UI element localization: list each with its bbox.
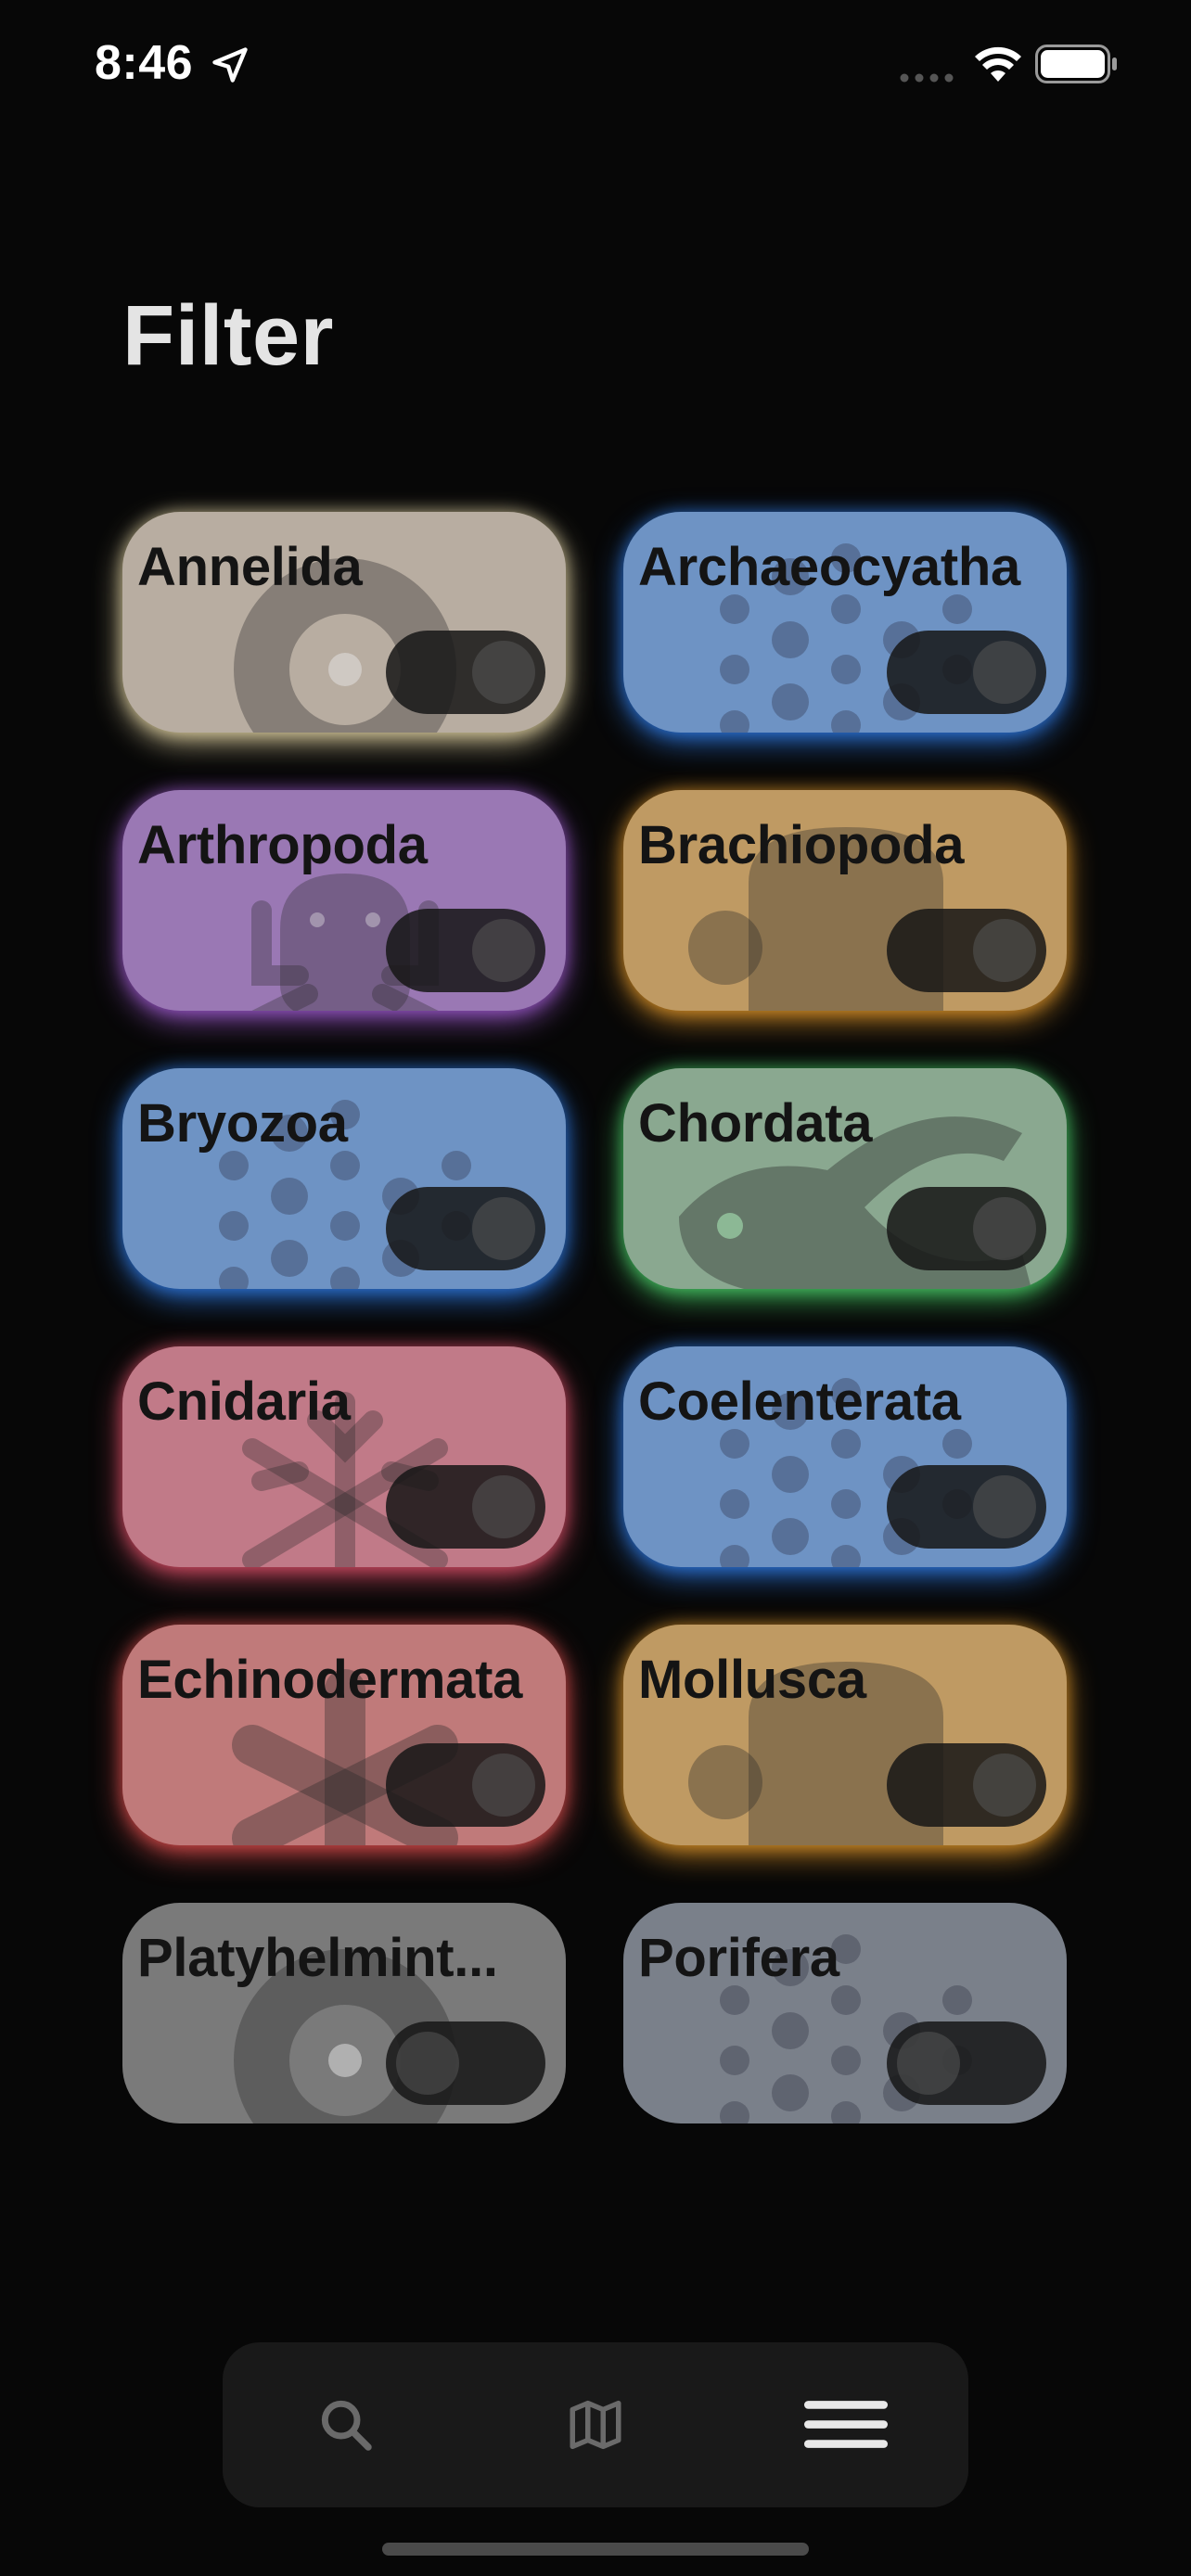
- phylum-toggle[interactable]: [386, 909, 545, 992]
- toggle-knob: [472, 1197, 535, 1260]
- phylum-toggle[interactable]: [887, 1187, 1046, 1270]
- toggle-knob: [973, 919, 1036, 982]
- phylum-card[interactable]: Platyhelmint...: [122, 1903, 566, 2123]
- tab-bar: [223, 2342, 968, 2507]
- toggle-knob: [396, 2032, 459, 2095]
- phylum-card[interactable]: Echinodermata: [122, 1625, 566, 1845]
- phylum-toggle[interactable]: [386, 1187, 545, 1270]
- phylum-label: Arthropoda: [137, 815, 428, 875]
- phylum-toggle[interactable]: [386, 1743, 545, 1827]
- phylum-toggle[interactable]: [887, 2021, 1046, 2105]
- phylum-label: Platyhelmint...: [137, 1928, 498, 1988]
- phylum-toggle[interactable]: [887, 1465, 1046, 1549]
- phylum-toggle[interactable]: [887, 909, 1046, 992]
- toggle-knob: [472, 1753, 535, 1817]
- map-icon: [570, 2400, 621, 2450]
- phylum-label: Coelenterata: [638, 1371, 961, 1432]
- phylum-toggle[interactable]: [386, 2021, 545, 2105]
- phylum-toggle[interactable]: [887, 631, 1046, 714]
- toggle-knob: [897, 2032, 960, 2095]
- phylum-filter-grid: Annelida Archaeocyatha Arthropoda Brachio…: [0, 0, 1191, 2225]
- phylum-label: Annelida: [137, 537, 363, 597]
- menu-icon: [804, 2401, 888, 2448]
- phylum-label: Archaeocyatha: [638, 537, 1020, 597]
- toggle-knob: [472, 919, 535, 982]
- home-indicator: [382, 2543, 809, 2556]
- phylum-toggle[interactable]: [386, 631, 545, 714]
- phylum-label: Brachiopoda: [638, 815, 965, 875]
- phylum-card[interactable]: Coelenterata: [623, 1346, 1067, 1567]
- phylum-card[interactable]: Bryozoa: [122, 1068, 566, 1289]
- toggle-knob: [973, 1753, 1036, 1817]
- toggle-knob: [973, 1475, 1036, 1538]
- phylum-toggle[interactable]: [386, 1465, 545, 1549]
- phylum-label: Porifera: [638, 1928, 839, 1988]
- toggle-knob: [973, 1197, 1036, 1260]
- phylum-label: Cnidaria: [137, 1371, 351, 1432]
- tab-search[interactable]: [304, 2383, 388, 2467]
- phylum-label: Chordata: [638, 1093, 873, 1154]
- phylum-label: Bryozoa: [137, 1093, 348, 1154]
- toggle-knob: [472, 1475, 535, 1538]
- phylum-card[interactable]: Annelida: [122, 512, 566, 733]
- phylum-card[interactable]: Mollusca: [623, 1625, 1067, 1845]
- phylum-card[interactable]: Porifera: [623, 1903, 1067, 2123]
- phylum-label: Echinodermata: [137, 1650, 523, 1710]
- tab-menu[interactable]: [804, 2383, 888, 2467]
- toggle-knob: [973, 641, 1036, 704]
- phylum-label: Mollusca: [638, 1650, 866, 1710]
- filter-screen: 8:46 Filter Annelida Archaeocyatha Arthro…: [0, 0, 1191, 2576]
- search-icon: [321, 2400, 372, 2451]
- phylum-toggle[interactable]: [887, 1743, 1046, 1827]
- tab-map[interactable]: [554, 2383, 637, 2467]
- toggle-knob: [472, 641, 535, 704]
- phylum-card[interactable]: Brachiopoda: [623, 790, 1067, 1011]
- phylum-card[interactable]: Arthropoda: [122, 790, 566, 1011]
- phylum-card[interactable]: Archaeocyatha: [623, 512, 1067, 733]
- phylum-card[interactable]: Chordata: [623, 1068, 1067, 1289]
- phylum-card[interactable]: Cnidaria: [122, 1346, 566, 1567]
